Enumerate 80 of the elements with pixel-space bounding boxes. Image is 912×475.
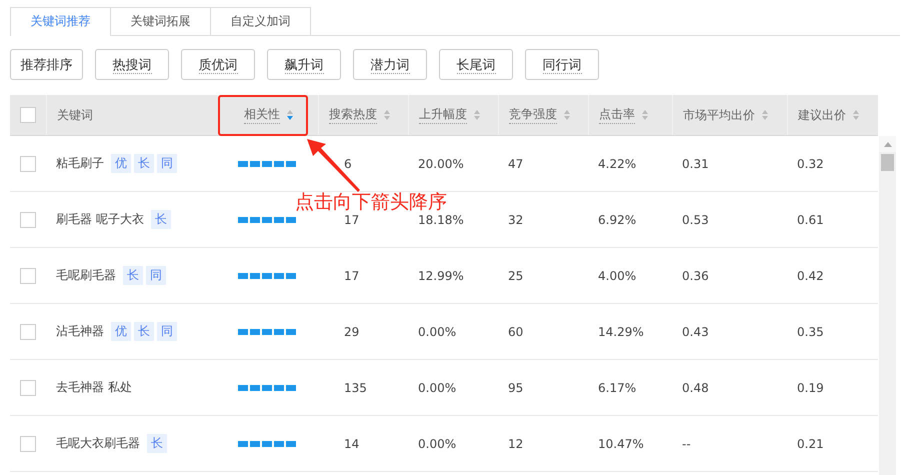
annotation-arrow [307,139,361,193]
table-cell: 17 [344,268,360,282]
column-header[interactable]: 上升幅度 [408,95,498,135]
table-cell: 20.00% [418,156,464,170]
table-cell: 0.53 [682,212,709,226]
table-cell: 17 [344,212,360,226]
table-cell: 0.61 [797,212,824,226]
table-cell: 0.00% [418,324,456,338]
tag: 同 [157,154,177,173]
filter-button[interactable]: 潜力词 [353,49,427,80]
keyword-text: 粘毛刷子 [56,155,104,172]
keyword-text: 刷毛器 呢子大衣 [56,211,144,228]
tag: 同 [157,322,177,341]
tag: 长 [134,322,154,341]
scroll-up-icon[interactable] [884,142,892,146]
table-cell: 0.35 [797,324,824,338]
table-cell: 6.17% [598,380,636,394]
filter-button[interactable]: 同行词 [525,49,599,80]
table-cell: 0.21 [797,436,824,450]
table-cell: 0.31 [682,156,709,170]
keyword-text: 毛呢大衣刷毛器 [56,435,140,452]
checkbox[interactable] [20,324,36,340]
filter-button[interactable]: 飙升词 [267,49,341,80]
table-cell: 4.22% [598,156,636,170]
table-cell: 12.99% [418,268,464,282]
table-cell: 0.19 [797,380,824,394]
table-cell: 0.36 [682,268,709,282]
table-cell: 95 [508,380,524,394]
tab[interactable]: 自定义加词 [210,7,311,35]
filter-button[interactable]: 质优词 [181,49,255,80]
table-cell: 6 [344,156,352,170]
table-cell: 0.42 [797,268,824,282]
table-cell: 12 [508,436,524,450]
keyword-text: 毛呢刷毛器 [56,267,116,284]
tag: 优 [111,322,131,341]
column-header[interactable]: 关键词 [46,95,218,135]
table-cell: 135 [344,380,367,394]
table-cell: 0.00% [418,436,456,450]
annotation-text: 点击向下箭头降序 [295,193,447,212]
column-header[interactable]: 点击率 [588,95,672,135]
filter-button[interactable]: 热搜词 [95,49,169,80]
column-header[interactable]: 建议出价 [787,95,878,135]
table-cell: 14 [344,436,360,450]
checkbox[interactable] [20,268,36,284]
checkbox[interactable] [20,107,36,123]
table-cell: 32 [508,212,524,226]
column-header[interactable]: 搜索热度 [318,95,408,135]
table-cell: 25 [508,268,524,282]
table-cell: 60 [508,324,524,338]
keyword-text: 沾毛神器 [56,323,104,340]
table-cell: 14.29% [598,324,644,338]
filter-button[interactable]: 推荐排序 [10,49,83,80]
table-cell: 0.32 [797,156,824,170]
checkbox[interactable] [20,156,36,172]
keyword-text: 去毛神器 私处 [56,379,132,396]
tag: 长 [150,210,171,229]
tag: 长 [134,154,154,173]
checkbox[interactable] [20,380,36,396]
column-header[interactable]: 相关性 [218,95,318,135]
table-cell: 6.92% [598,212,636,226]
tag: 同 [146,266,166,285]
column-header[interactable]: 竞争强度 [498,95,588,135]
tag: 长 [123,266,143,285]
column-header[interactable]: 市场平均出价 [672,95,787,135]
table-cell: 18.18% [418,212,464,226]
table-cell: 4.00% [598,268,636,282]
table-cell: 47 [508,156,524,170]
table-cell: 0.43 [682,324,709,338]
table-cell: -- [682,436,691,450]
table-cell: 0.48 [682,380,709,394]
tag: 优 [111,154,131,173]
table-cell: 10.47% [598,436,644,450]
checkbox[interactable] [20,212,36,228]
table-cell: 29 [344,324,360,338]
scrollbar-thumb[interactable] [881,154,894,171]
table-cell: 0.00% [418,380,456,394]
tag: 长 [147,434,167,453]
tab[interactable]: 关键词推荐 [10,7,111,36]
checkbox[interactable] [20,436,36,452]
filter-button[interactable]: 长尾词 [439,49,513,80]
